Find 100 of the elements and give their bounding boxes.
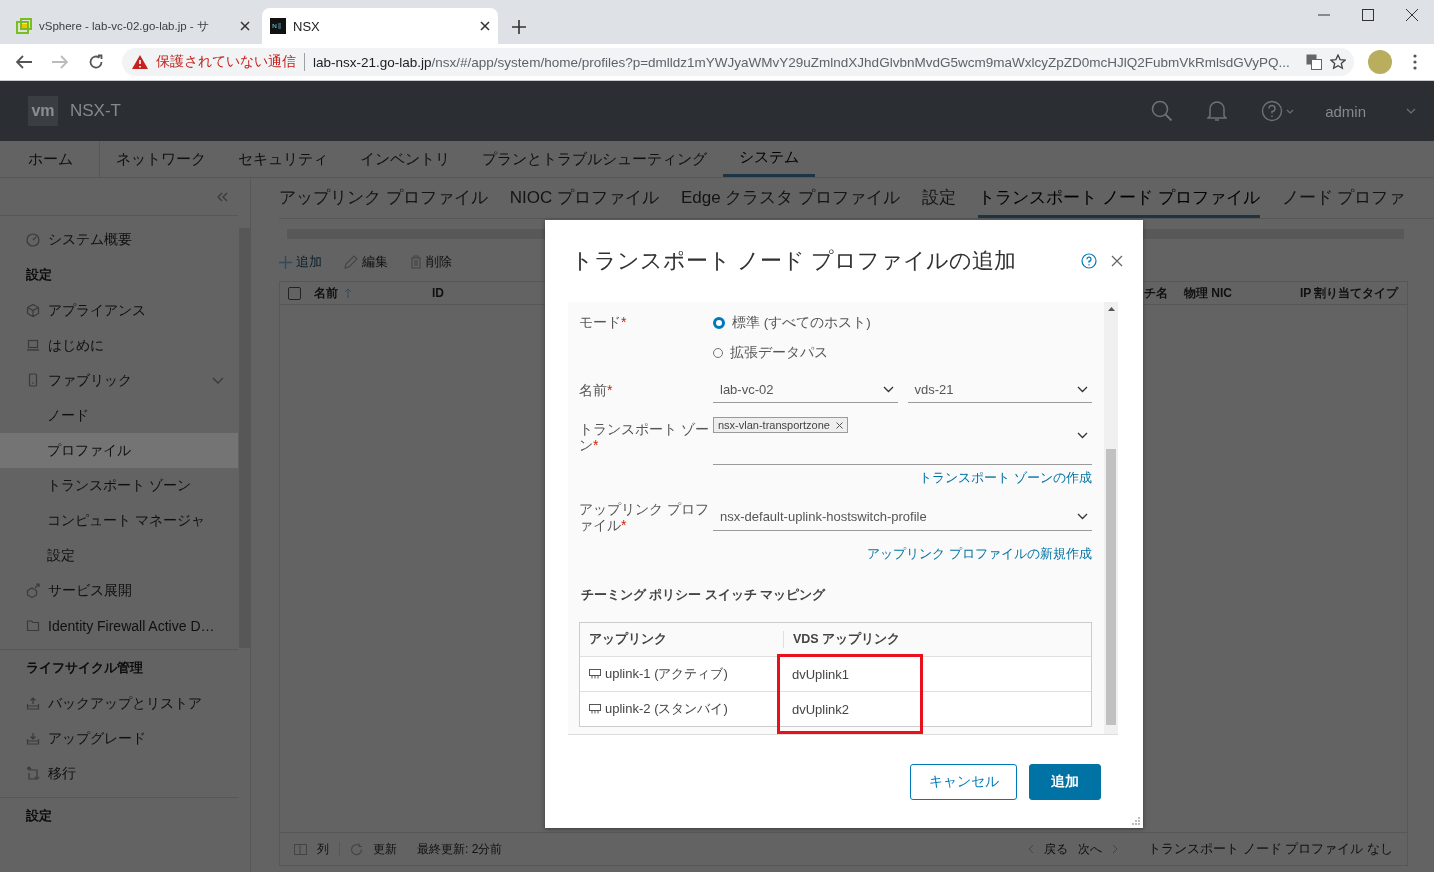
- close-icon[interactable]: [1111, 255, 1123, 267]
- close-icon[interactable]: [835, 421, 843, 429]
- sidebar-item[interactable]: はじめに: [0, 328, 238, 363]
- create-zone-link[interactable]: トランスポート ゾーンの作成: [919, 469, 1092, 487]
- phone-icon: [26, 373, 40, 388]
- avatar-circle[interactable]: [1368, 50, 1392, 74]
- field-label: トランスポート ゾーン*: [579, 420, 710, 453]
- column-header[interactable]: ID: [428, 286, 444, 300]
- toolbar-button[interactable]: 削除: [410, 253, 452, 271]
- add-button[interactable]: 追加: [1029, 763, 1101, 800]
- columns-icon[interactable]: [294, 843, 307, 855]
- select-field[interactable]: vds-21: [907, 376, 1092, 403]
- port-icon: [589, 704, 601, 714]
- sidebar-item[interactable]: バックアップとリストア: [0, 686, 238, 721]
- sub-tab[interactable]: Edge クラスタ プロファイル: [680, 186, 901, 218]
- sub-tab[interactable]: 設定: [922, 186, 957, 218]
- select-all-checkbox[interactable]: [288, 286, 301, 300]
- sidebar-item[interactable]: アップグレード: [0, 721, 238, 756]
- nav-tab[interactable]: ホーム: [12, 141, 100, 177]
- resize-grip-icon[interactable]: [1131, 816, 1140, 825]
- column-header: VDS アップリンク: [783, 631, 1091, 648]
- zone-chip[interactable]: nsx-vlan-transportzone: [713, 417, 848, 433]
- scrollbar[interactable]: [1104, 302, 1118, 734]
- nsx-logo-icon: [270, 18, 286, 34]
- sub-tab[interactable]: アップリンク プロファイル: [279, 186, 488, 218]
- user-menu[interactable]: admin: [1325, 102, 1366, 120]
- caret-icon[interactable]: [1406, 108, 1416, 114]
- radio-option[interactable]: 標準 (すべてのホスト): [713, 314, 871, 332]
- sub-tab[interactable]: NIOC プロファイル: [509, 186, 659, 218]
- next-button[interactable]: 次へ: [1078, 840, 1103, 858]
- nav-tab[interactable]: ネットワーク: [100, 141, 222, 177]
- select-field[interactable]: lab-vc-02: [713, 376, 898, 403]
- close-icon[interactable]: [1406, 9, 1418, 21]
- sidebar-item[interactable]: コンピュート マネージャ: [0, 503, 238, 538]
- sidebar-item[interactable]: システム概要: [0, 222, 238, 257]
- help-icon[interactable]: [1081, 253, 1097, 269]
- column-header[interactable]: IP 割り当てタイプ: [1296, 284, 1399, 302]
- collapse-icon[interactable]: [216, 191, 228, 202]
- new-tab-icon[interactable]: [512, 20, 526, 34]
- cancel-button[interactable]: キャンセル: [910, 763, 1017, 800]
- sidebar-group[interactable]: ファブリック: [0, 363, 238, 398]
- sidebar-item[interactable]: 移行: [0, 756, 238, 791]
- cube-arrow-icon: [26, 583, 40, 598]
- browser-tab[interactable]: vSphere - lab-vc-02.go-lab.jp - サ: [8, 8, 258, 44]
- scroll-up-icon: [1107, 307, 1115, 311]
- last-updated-text: 最終更新: 2分前: [417, 840, 503, 858]
- sidebar-item[interactable]: トランスポート ゾーン: [0, 468, 238, 503]
- star-icon[interactable]: [1330, 54, 1346, 70]
- create-profile-link[interactable]: アップリンク プロファイルの新規作成: [867, 545, 1092, 563]
- product-name: NSX-T: [70, 101, 121, 121]
- sub-tab[interactable]: ノード プロファ: [1281, 186, 1406, 218]
- more-icon[interactable]: [1412, 54, 1418, 70]
- radio-option[interactable]: 拡張データパス: [713, 344, 871, 362]
- close-icon[interactable]: [480, 21, 490, 31]
- url-text: lab-nsx-21.go-lab.jp/nsx/#/app/system/home/profiles?p=dmlldz1mYWJyaWMvY29uZmlndXJhdGlvbnMvdG5wcm9maWxlcyZpZD0mcHJlQ2FubmVkRmlsdGVyPQ...: [313, 54, 1291, 70]
- help-icon[interactable]: [1261, 100, 1296, 122]
- security-warning: 保護されていない通信: [156, 53, 296, 71]
- nav-tab[interactable]: プランとトラブルシューティング: [466, 141, 723, 177]
- nav-tab[interactable]: インベントリ: [344, 141, 466, 177]
- table-cell-text: dvUplink2: [791, 701, 851, 717]
- field-label: 名前*: [579, 381, 614, 398]
- chevron-down-icon: [1077, 432, 1088, 439]
- forward-icon[interactable]: [52, 55, 68, 69]
- translate-icon[interactable]: [1306, 54, 1322, 70]
- multi-select-field[interactable]: nsx-vlan-transportzone: [713, 415, 1092, 465]
- column-header: アップリンク: [588, 631, 668, 648]
- nav-tab[interactable]: セキュリティ: [222, 141, 344, 177]
- reload-icon[interactable]: [88, 54, 104, 70]
- sidebar-item[interactable]: サービス展開: [0, 573, 238, 608]
- upload-icon: [26, 696, 40, 711]
- browser-tab[interactable]: NSX: [262, 8, 498, 44]
- sidebar-item[interactable]: ノード: [0, 398, 238, 433]
- sidebar-heading: 設定: [25, 266, 53, 284]
- bell-icon[interactable]: [1207, 100, 1228, 122]
- columns-button[interactable]: 列: [317, 840, 329, 858]
- sidebar-item[interactable]: アプライアンス: [0, 293, 238, 328]
- toolbar-button[interactable]: 追加: [279, 253, 322, 271]
- section-heading: チーミング ポリシー スイッチ マッピング: [581, 587, 827, 604]
- select-field[interactable]: nsx-default-uplink-hostswitch-profile: [713, 503, 1092, 531]
- sidebar-item[interactable]: プロファイル: [0, 433, 238, 468]
- scrollbar[interactable]: [238, 178, 251, 872]
- address-bar[interactable]: 保護されていない通信 lab-nsx-21.go-lab.jp/nsx/#/app/system/home/profiles?p=dmlldz1mYWJyaWMvY29uZmlndXJhdGlvbnMvdG5wcm9maWxlcyZpZD0mcHJlQ2FubmVkRmlsdGVyPQ...: [122, 48, 1354, 76]
- column-header[interactable]: チ名: [1140, 284, 1168, 302]
- refresh-icon[interactable]: [350, 842, 363, 856]
- column-header[interactable]: 名前: [310, 284, 352, 302]
- sidebar-item[interactable]: 設定: [0, 538, 238, 573]
- refresh-button[interactable]: 更新: [373, 840, 397, 858]
- nav-tab[interactable]: システム: [723, 141, 815, 177]
- back-button[interactable]: 戻る: [1044, 840, 1069, 858]
- maximize-icon[interactable]: [1362, 9, 1374, 21]
- table-cell: uplink-1 (アクティブ): [580, 665, 783, 683]
- back-icon[interactable]: [16, 55, 32, 69]
- transfer-icon: [26, 766, 40, 781]
- search-icon[interactable]: [1151, 100, 1174, 122]
- chevron-down-icon: [882, 385, 894, 393]
- close-icon[interactable]: [240, 21, 250, 31]
- toolbar-button[interactable]: 編集: [344, 253, 388, 271]
- sidebar-item[interactable]: Identity Firewall Active D…: [0, 608, 238, 643]
- column-header[interactable]: 物理 NIC: [1180, 284, 1232, 302]
- cube-icon: [26, 303, 40, 318]
